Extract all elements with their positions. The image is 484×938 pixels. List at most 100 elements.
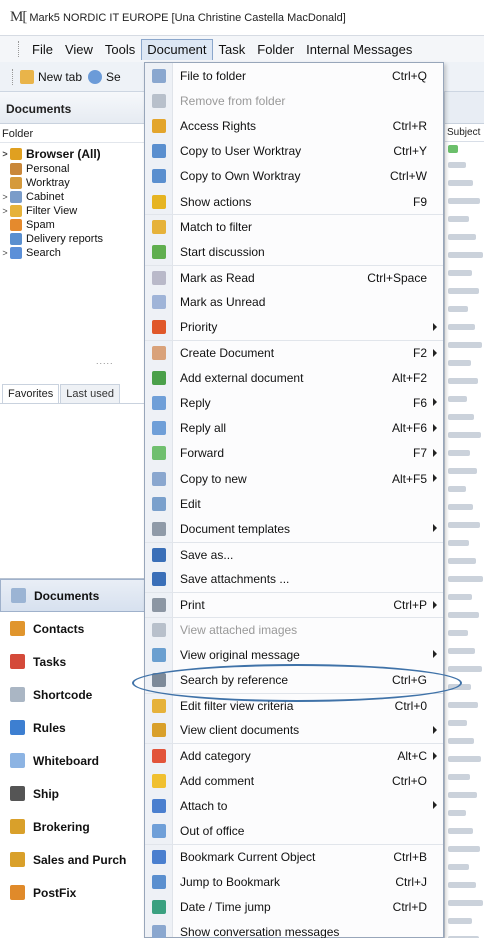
table-row[interactable] xyxy=(445,318,484,336)
table-row[interactable] xyxy=(445,912,484,930)
menu-view[interactable]: View xyxy=(59,39,99,60)
tree-item-cabinet[interactable]: > Cabinet xyxy=(0,190,145,204)
menu-item-show-conversation-messages[interactable]: Show conversation messages xyxy=(145,919,443,938)
table-row[interactable] xyxy=(445,732,484,750)
table-row[interactable] xyxy=(445,246,484,264)
menu-item-create-document[interactable]: Create Document F2 xyxy=(145,340,443,365)
table-row[interactable] xyxy=(445,282,484,300)
new-tab-button[interactable]: New tab xyxy=(20,69,82,84)
table-row[interactable] xyxy=(445,876,484,894)
nav-item-documents[interactable]: Documents xyxy=(0,579,146,612)
nav-item-brokering[interactable]: Brokering xyxy=(0,810,146,843)
menu-item-access-rights[interactable]: Access Rights Ctrl+R xyxy=(145,113,443,138)
menu-internal-messages[interactable]: Internal Messages xyxy=(300,39,418,60)
table-row[interactable] xyxy=(445,228,484,246)
expand-arrow-icon[interactable]: > xyxy=(0,192,10,202)
search-button[interactable]: Se xyxy=(88,69,121,84)
menu-item-reply-all[interactable]: Reply all Alt+F6 xyxy=(145,416,443,441)
menu-item-bookmark-current-object[interactable]: Bookmark Current Object Ctrl+B xyxy=(145,843,443,869)
menu-item-reply[interactable]: Reply F6 xyxy=(145,390,443,415)
table-row[interactable] xyxy=(445,408,484,426)
menu-item-jump-to-bookmark[interactable]: Jump to Bookmark Ctrl+J xyxy=(145,869,443,894)
table-row[interactable] xyxy=(445,750,484,768)
table-row[interactable] xyxy=(445,174,484,192)
table-row[interactable] xyxy=(445,372,484,390)
menu-folder[interactable]: Folder xyxy=(251,39,300,60)
menu-item-date-time-jump[interactable]: Date / Time jump Ctrl+D xyxy=(145,894,443,919)
menu-item-out-of-office[interactable]: Out of office xyxy=(145,819,443,844)
menu-item-search-by-reference[interactable]: Search by reference Ctrl+G xyxy=(145,668,443,693)
menu-item-edit[interactable]: Edit xyxy=(145,491,443,516)
table-row[interactable] xyxy=(445,516,484,534)
menu-item-document-templates[interactable]: Document templates xyxy=(145,516,443,541)
table-row[interactable] xyxy=(445,390,484,408)
expand-arrow-icon[interactable]: > xyxy=(0,248,10,258)
table-row[interactable] xyxy=(445,858,484,876)
tree-item-worktray[interactable]: Worktray xyxy=(0,176,145,190)
table-row[interactable] xyxy=(445,480,484,498)
table-row[interactable] xyxy=(445,714,484,732)
menu-item-match-to-filter[interactable]: Match to filter xyxy=(145,214,443,239)
table-row[interactable] xyxy=(445,426,484,444)
table-row[interactable] xyxy=(445,822,484,840)
table-row[interactable] xyxy=(445,678,484,696)
table-row[interactable] xyxy=(445,606,484,624)
table-row[interactable] xyxy=(445,354,484,372)
menu-tools[interactable]: Tools xyxy=(99,39,141,60)
filter-row[interactable] xyxy=(445,142,484,156)
table-row[interactable] xyxy=(445,786,484,804)
nav-item-sales-and-purch[interactable]: Sales and Purch xyxy=(0,843,146,876)
table-row[interactable] xyxy=(445,570,484,588)
table-row[interactable] xyxy=(445,642,484,660)
table-row[interactable] xyxy=(445,156,484,174)
menu-item-mark-as-read[interactable]: Mark as Read Ctrl+Space xyxy=(145,264,443,290)
table-row[interactable] xyxy=(445,894,484,912)
menu-item-copy-to-user-worktray[interactable]: Copy to User Worktray Ctrl+Y xyxy=(145,139,443,164)
menu-item-copy-to-new[interactable]: Copy to new Alt+F5 xyxy=(145,466,443,491)
menu-item-save-attachments[interactable]: Save attachments ... xyxy=(145,567,443,592)
menu-document[interactable]: Document xyxy=(141,38,213,60)
menu-item-add-external-document[interactable]: Add external document Alt+F2 xyxy=(145,365,443,390)
tree-item-search[interactable]: > Search xyxy=(0,246,145,260)
menu-item-attach-to[interactable]: Attach to xyxy=(145,793,443,818)
menu-item-mark-as-unread[interactable]: Mark as Unread xyxy=(145,290,443,315)
table-row[interactable] xyxy=(445,210,484,228)
table-row[interactable] xyxy=(445,336,484,354)
nav-item-rules[interactable]: Rules xyxy=(0,711,146,744)
menu-item-show-actions[interactable]: Show actions F9 xyxy=(145,189,443,214)
table-row[interactable] xyxy=(445,660,484,678)
tree-item-filter-view[interactable]: > Filter View xyxy=(0,204,145,218)
menu-task[interactable]: Task xyxy=(213,39,252,60)
table-row[interactable] xyxy=(445,588,484,606)
menu-item-view-client-documents[interactable]: View client documents xyxy=(145,718,443,743)
tree-item-personal[interactable]: Personal xyxy=(0,162,145,176)
tree-item-delivery-reports[interactable]: Delivery reports xyxy=(0,232,145,246)
table-row[interactable] xyxy=(445,552,484,570)
nav-item-whiteboard[interactable]: Whiteboard xyxy=(0,744,146,777)
menu-item-copy-to-own-worktray[interactable]: Copy to Own Worktray Ctrl+W xyxy=(145,164,443,189)
table-row[interactable] xyxy=(445,264,484,282)
menu-item-start-discussion[interactable]: Start discussion xyxy=(145,239,443,264)
table-row[interactable] xyxy=(445,768,484,786)
nav-item-contacts[interactable]: Contacts xyxy=(0,612,146,645)
expand-arrow-icon[interactable]: > xyxy=(0,206,10,216)
nav-item-shortcode[interactable]: Shortcode xyxy=(0,678,146,711)
nav-item-tasks[interactable]: Tasks xyxy=(0,645,146,678)
menu-item-edit-filter-view-criteria[interactable]: Edit filter view criteria Ctrl+0 xyxy=(145,692,443,718)
expand-arrow-icon[interactable]: > xyxy=(0,149,10,159)
menu-item-view-original-message[interactable]: View original message xyxy=(145,642,443,667)
menu-item-add-comment[interactable]: Add comment Ctrl+O xyxy=(145,768,443,793)
tab-favorites[interactable]: Favorites xyxy=(2,384,60,403)
table-row[interactable] xyxy=(445,462,484,480)
table-row[interactable] xyxy=(445,804,484,822)
menu-file[interactable]: File xyxy=(26,39,59,60)
table-row[interactable] xyxy=(445,840,484,858)
table-row[interactable] xyxy=(445,300,484,318)
splitter-grip[interactable]: ..... xyxy=(96,356,114,366)
tree-item-browser-all[interactable]: > Browser (All) xyxy=(0,146,145,162)
table-row[interactable] xyxy=(445,624,484,642)
tree-item-spam[interactable]: Spam xyxy=(0,218,145,232)
menu-item-file-to-folder[interactable]: File to folder Ctrl+Q xyxy=(145,63,443,88)
table-row[interactable] xyxy=(445,498,484,516)
menu-item-save-as[interactable]: Save as... xyxy=(145,541,443,567)
